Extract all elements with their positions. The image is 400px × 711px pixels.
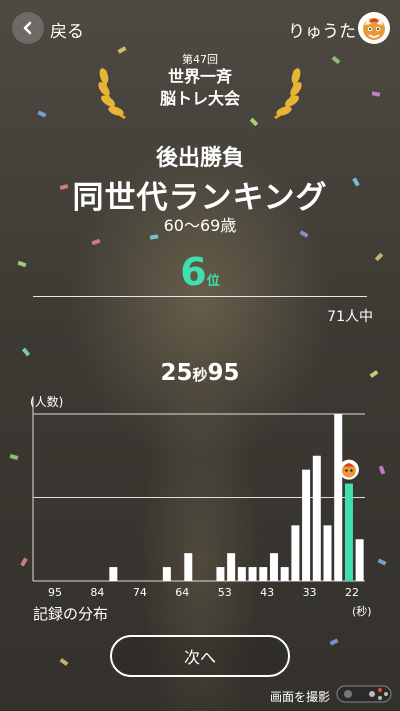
next-button-label: 次へ: [183, 648, 216, 667]
histogram-bar: [291, 525, 300, 581]
player-bar: [344, 483, 353, 581]
histogram-bar: [323, 525, 332, 581]
chart-tick-label: 64: [175, 586, 189, 599]
histogram-bar: [269, 553, 278, 581]
chart-tick-label: 22: [345, 586, 359, 599]
next-button[interactable]: 次へ: [110, 635, 290, 677]
chart-xunit: (秒): [352, 605, 372, 618]
histogram-bar: [162, 567, 171, 581]
player-marker-icon: [338, 459, 359, 480]
histogram-bar: [248, 567, 257, 581]
histogram-bar: [216, 567, 225, 581]
histogram-bar: [280, 567, 289, 581]
chart-tick-label: 95: [48, 586, 62, 599]
screenshot-label: 画面を撮影: [269, 690, 330, 704]
chart-tick-label: 53: [218, 586, 232, 599]
histogram-bar: [334, 414, 343, 581]
histogram-bar: [312, 455, 321, 581]
histogram-bar: [237, 567, 246, 581]
histogram-bar: [355, 539, 364, 581]
chart-tick-label: 84: [90, 586, 104, 599]
histogram-bar: [109, 567, 118, 581]
distribution-label: 記録の分布: [33, 605, 109, 623]
histogram-bar: [259, 567, 268, 581]
histogram-bar: [227, 553, 236, 581]
histogram-bar: [302, 469, 311, 581]
chart-tick-label: 43: [260, 586, 274, 599]
chart-tick-label: 33: [303, 586, 317, 599]
histogram-bar: [184, 553, 193, 581]
controller-capture-icon[interactable]: [336, 684, 392, 704]
chart-tick-label: 74: [133, 586, 147, 599]
